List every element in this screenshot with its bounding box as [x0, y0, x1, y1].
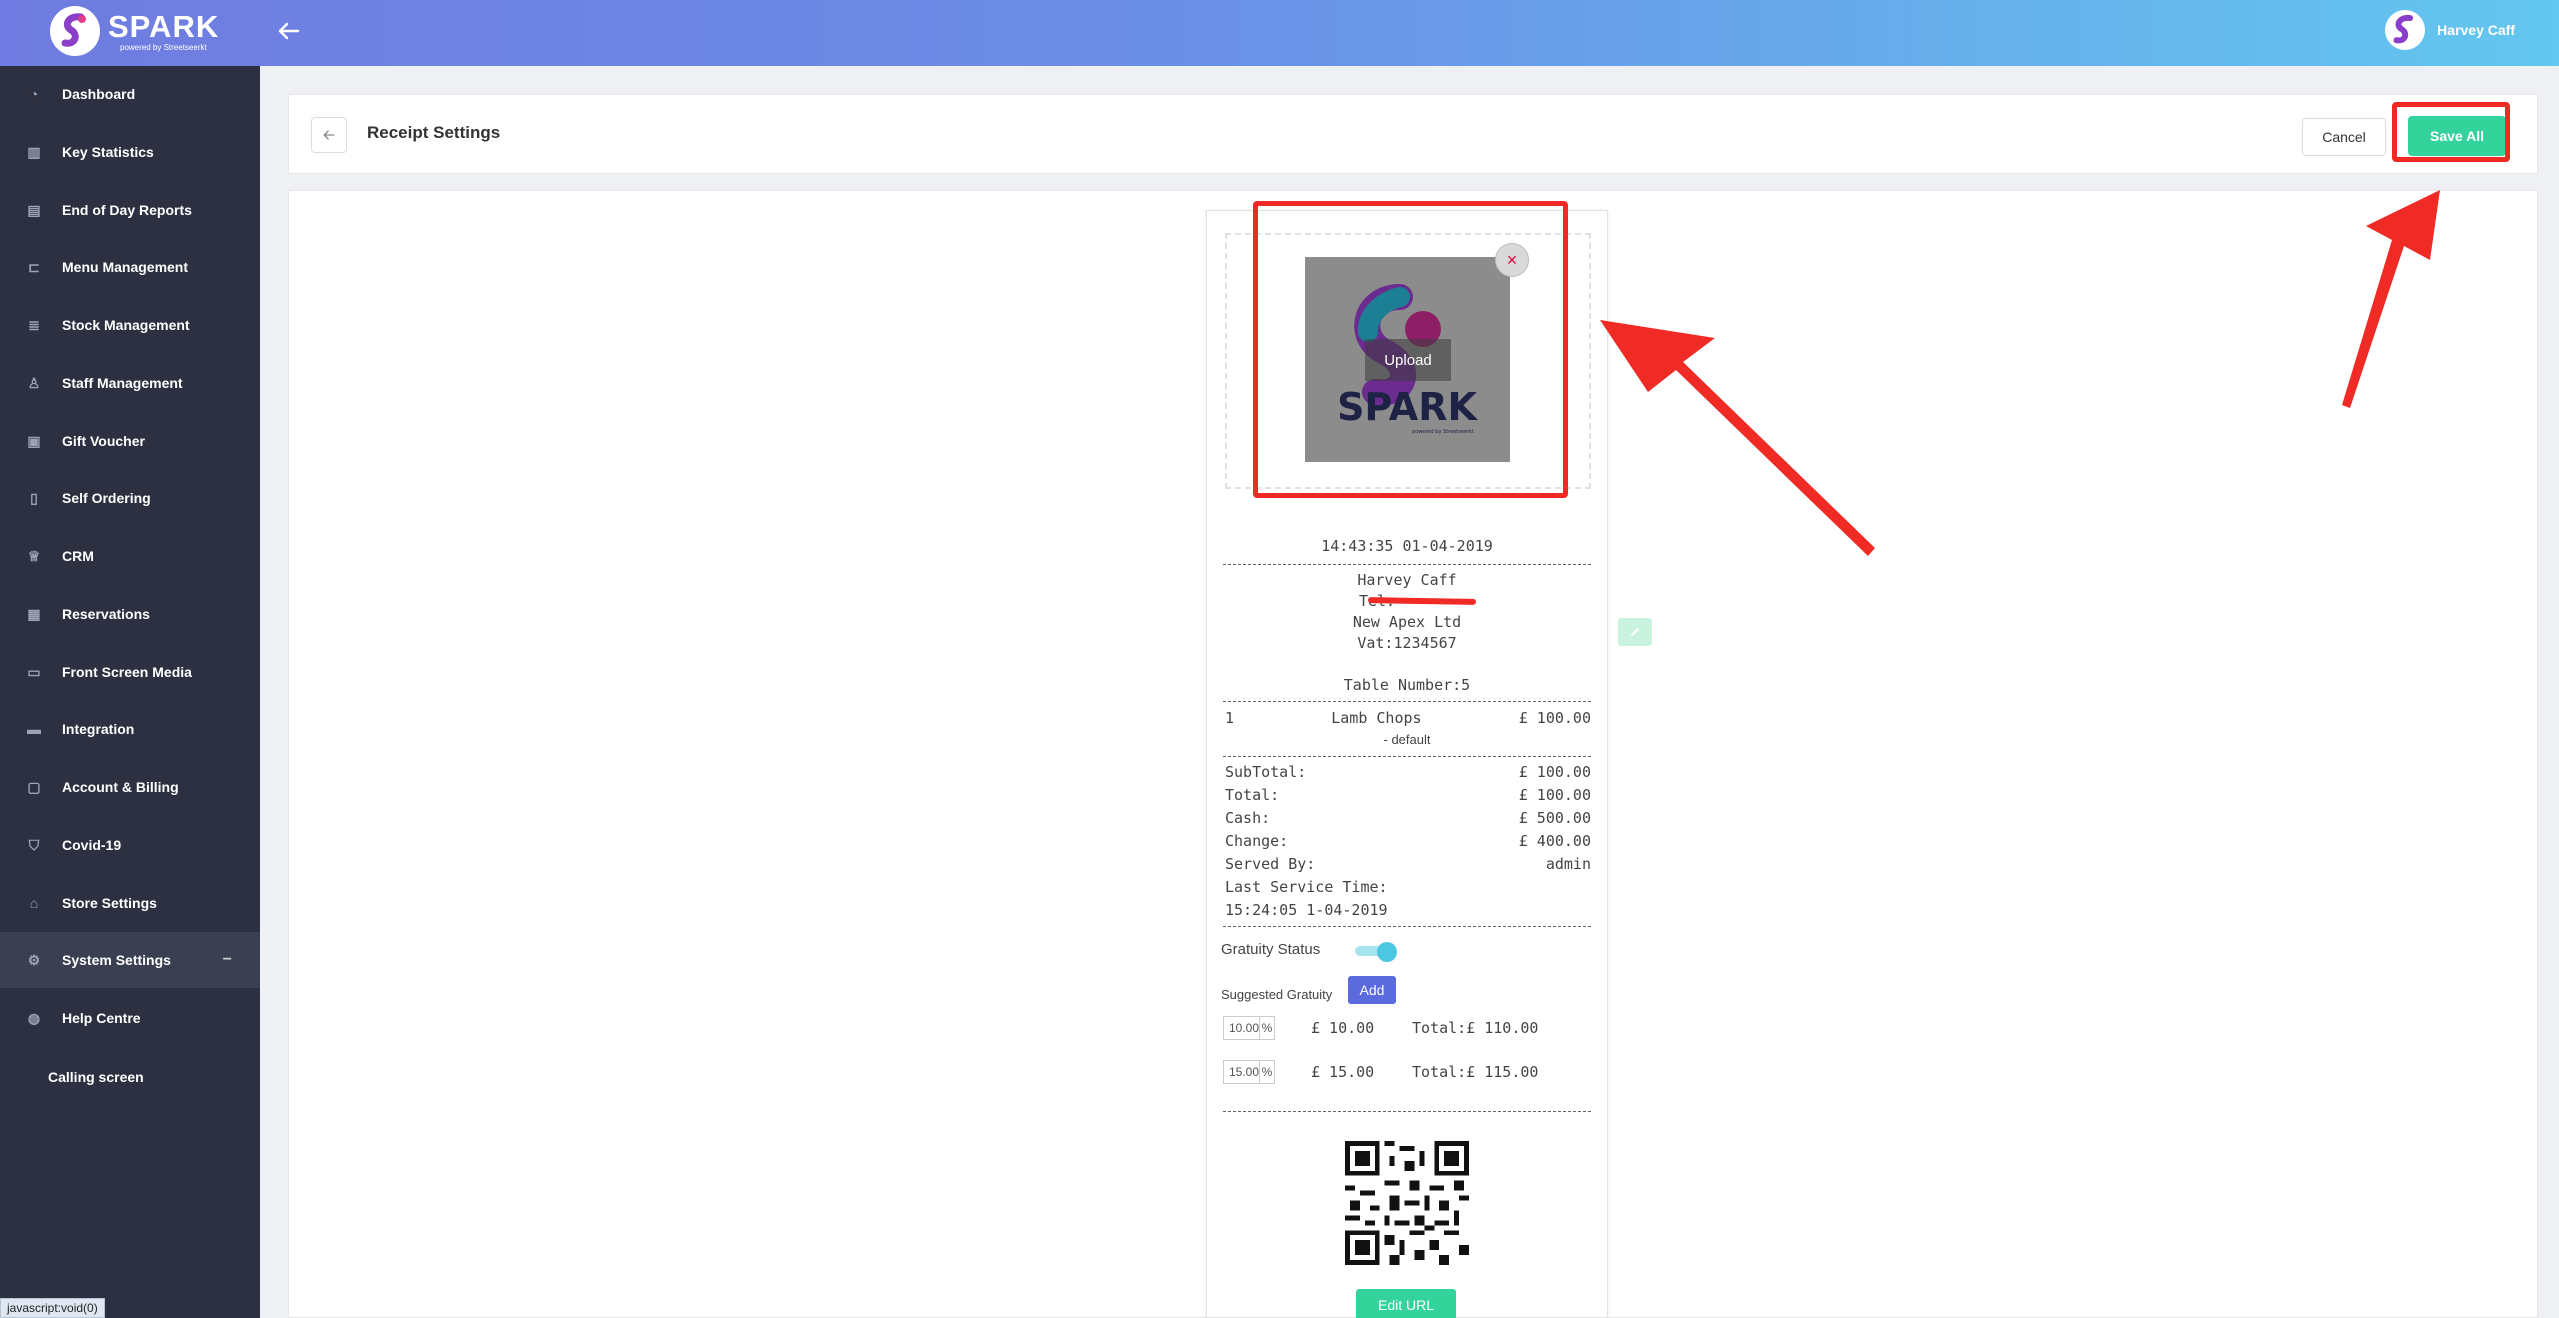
gratuity-amount: £ 15.00	[1311, 1063, 1375, 1081]
calendar-icon: ▦	[27, 605, 41, 622]
sidebar-item-dashboard[interactable]: ◔ Dashboard	[0, 66, 260, 122]
collapse-sidebar-arrow-icon[interactable]	[272, 14, 306, 48]
save-all-highlight-box	[2392, 102, 2510, 162]
avatar	[2385, 10, 2426, 50]
item-price: £ 100.00	[1518, 709, 1591, 727]
app-name: SPARK	[108, 8, 220, 44]
app-logo[interactable]: SPARK powered by Streetseerkt	[50, 6, 219, 56]
sidebar-item-self-ordering[interactable]: ▯ Self Ordering	[0, 470, 260, 526]
tablet-icon: ▯	[30, 489, 38, 506]
cart-icon: ⊏	[28, 258, 40, 275]
sidebar-item-crm[interactable]: ♕ CRM	[0, 528, 260, 584]
user-name: Harvey Caff	[2437, 22, 2515, 38]
sidebar-item-end-of-day-reports[interactable]: ▤ End of Day Reports	[0, 182, 260, 238]
sidebar-item-front-screen-media[interactable]: ▭ Front Screen Media	[0, 644, 260, 700]
file-icon: ▢	[27, 778, 41, 795]
person-icon: ♙	[27, 374, 41, 391]
app-tagline: powered by Streetseerkt	[120, 42, 207, 52]
shield-icon: ⛉	[28, 836, 40, 853]
card-icon: ▬	[27, 721, 41, 737]
receipt-total: Total: £ 100.00	[1225, 786, 1591, 804]
gift-icon: ▣	[27, 432, 41, 449]
browser-status-bar: javascript:void(0)	[0, 1298, 105, 1318]
add-gratuity-button[interactable]: Add	[1348, 976, 1396, 1004]
receipt-item-row: 1 Lamb Chops £ 100.00	[1225, 709, 1591, 727]
sidebar: ◔ Dashboard ▥ Key Statistics ▤ End of Day R…	[0, 66, 260, 1318]
gratuity-amount: £ 10.00	[1311, 1019, 1375, 1037]
sidebar-item-system-settings[interactable]: ⚙ System Settings −	[0, 932, 260, 988]
dashboard-icon: ◔	[29, 86, 39, 102]
last-service-time: 15:24:05 1-04-2019	[1225, 901, 1388, 919]
top-bar: SPARK powered by Streetseerkt Harvey Caf…	[0, 0, 2559, 66]
receipt-company: New Apex Ltd	[1352, 613, 1462, 631]
collapse-indicator: −	[222, 951, 232, 968]
edit-pencil-icon[interactable]	[1618, 618, 1652, 646]
database-icon: ≣	[28, 316, 40, 333]
arrow-left-icon	[323, 130, 335, 140]
last-service-label: Last Service Time:	[1225, 878, 1388, 896]
receipt-store-name: Harvey Caff	[1357, 571, 1457, 589]
report-icon: ▤	[27, 201, 41, 218]
receipt-change: Change: £ 400.00	[1225, 832, 1591, 850]
receipt-subtotal: SubTotal: £ 100.00	[1225, 763, 1591, 781]
suggested-gratuity-label: Suggested Gratuity	[1221, 987, 1333, 1002]
qr-code-image	[1345, 1141, 1469, 1265]
gratuity-total: Total:£ 110.00	[1412, 1019, 1539, 1037]
item-modifier: - default	[1383, 732, 1431, 747]
bar-chart-icon: ▥	[27, 143, 41, 160]
page-header: Receipt Settings Cancel Save All	[288, 94, 2538, 174]
sidebar-item-integration[interactable]: ▬ Integration	[0, 701, 260, 757]
gratuity-percent-input[interactable]: 10.00%	[1223, 1016, 1275, 1040]
spark-logo-icon	[50, 6, 100, 56]
receipt-cash: Cash: £ 500.00	[1225, 809, 1591, 827]
gear-icon: ⚙	[27, 951, 41, 968]
sidebar-item-menu-management[interactable]: ⊏ Menu Management	[0, 239, 260, 295]
receipt-served-by: Served By: admin	[1225, 855, 1591, 873]
sidebar-subitem-calling-screen[interactable]: Calling screen	[48, 1069, 144, 1085]
receipt-table-number: Table Number:5	[1343, 676, 1471, 694]
page-title: Receipt Settings	[367, 123, 501, 142]
laptop-icon: ▭	[27, 663, 41, 680]
sidebar-item-covid-19[interactable]: ⛉ Covid-19	[0, 817, 260, 873]
sidebar-item-stock-management[interactable]: ≣ Stock Management	[0, 297, 260, 353]
receipt-vat: Vat:1234567	[1357, 634, 1457, 652]
receipt-datetime: 14:43:35 01-04-2019	[1321, 537, 1493, 555]
crown-icon: ♕	[27, 547, 41, 564]
sidebar-item-key-statistics[interactable]: ▥ Key Statistics	[0, 124, 260, 180]
sidebar-item-store-settings[interactable]: ⌂ Store Settings	[0, 875, 260, 931]
item-name: Lamb Chops	[1331, 709, 1422, 727]
logo-highlight-box	[1253, 201, 1568, 498]
sidebar-item-gift-voucher[interactable]: ▣ Gift Voucher	[0, 413, 260, 469]
back-button[interactable]	[311, 117, 347, 153]
item-qty: 1	[1225, 709, 1235, 727]
sidebar-item-account-billing[interactable]: ▢ Account & Billing	[0, 759, 260, 815]
cancel-button[interactable]: Cancel	[2302, 118, 2386, 156]
sidebar-item-staff-management[interactable]: ♙ Staff Management	[0, 355, 260, 411]
home-icon: ⌂	[29, 895, 39, 911]
edit-url-button[interactable]: Edit URL	[1356, 1289, 1456, 1318]
user-menu[interactable]: Harvey Caff	[2385, 10, 2515, 50]
gratuity-total: Total:£ 115.00	[1412, 1063, 1539, 1081]
gratuity-percent-input[interactable]: 15.00%	[1223, 1060, 1275, 1084]
gratuity-status-label: Gratuity Status	[1221, 941, 1321, 958]
sidebar-item-help-centre[interactable]: ◍ Help Centre	[0, 990, 260, 1046]
gratuity-status-toggle[interactable]	[1355, 942, 1399, 962]
globe-icon: ◍	[27, 1009, 41, 1026]
sidebar-item-reservations[interactable]: ▦ Reservations	[0, 586, 260, 642]
